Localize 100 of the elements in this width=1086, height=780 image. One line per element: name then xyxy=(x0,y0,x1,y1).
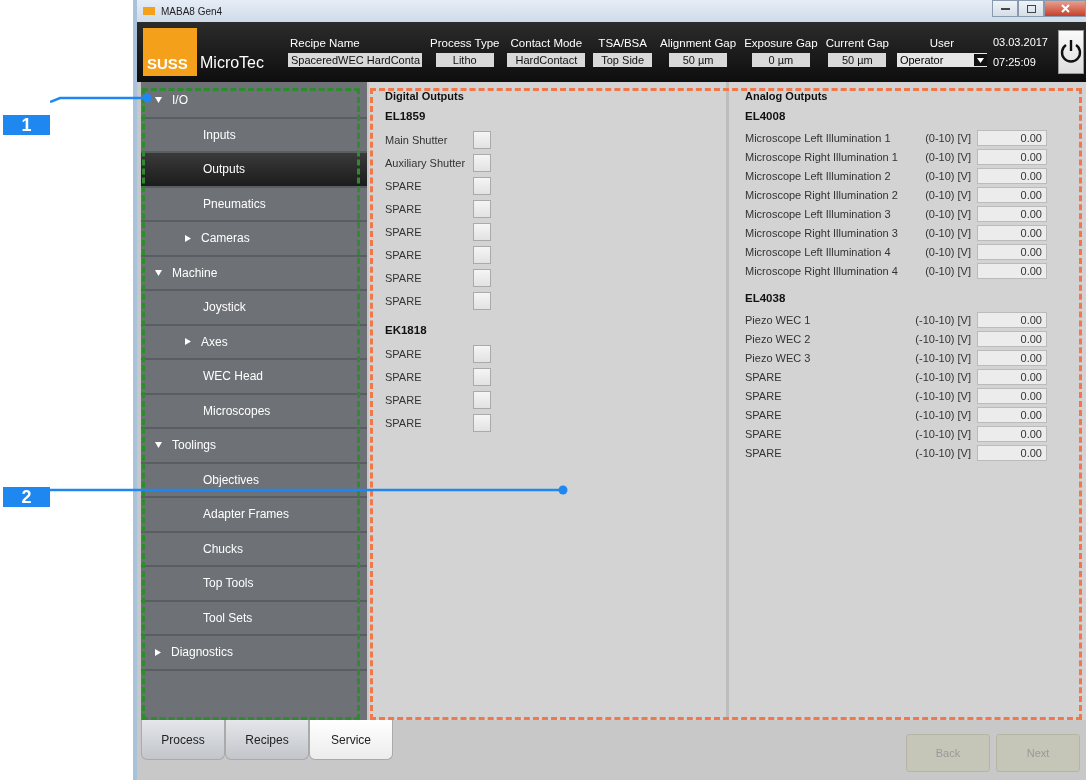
time-text: 07:25:09 xyxy=(992,56,1037,68)
output-label: SPARE xyxy=(385,370,423,383)
value-field[interactable]: 0.00 xyxy=(977,387,1047,404)
field-label: Process Type xyxy=(430,37,500,49)
value-field[interactable]: 0.00 xyxy=(977,444,1047,461)
output-label: SPARE xyxy=(385,393,423,406)
output-label: SPARE xyxy=(385,179,423,192)
field-value: 50 µm xyxy=(669,53,728,67)
field-value: Top Side xyxy=(593,53,653,67)
output-label: Auxiliary Shutter xyxy=(385,156,467,169)
sidebar-item[interactable]: Chucks xyxy=(141,532,367,567)
output-label: SPARE xyxy=(385,347,423,360)
output-label: SPARE xyxy=(385,416,423,429)
value-field[interactable]: 0.00 xyxy=(977,243,1047,260)
value-field[interactable]: 0.00 xyxy=(977,349,1047,366)
sidebar-item[interactable]: Machine xyxy=(141,256,367,291)
callout-badge: 2 xyxy=(3,487,50,507)
output-label: Piezo WEC 3 xyxy=(745,351,812,364)
field-label: User xyxy=(929,37,955,49)
field-value: 50 µm xyxy=(828,53,887,67)
range-text: (0-10) [V] xyxy=(924,188,972,201)
sidebar-item[interactable]: Toolings xyxy=(141,429,367,464)
sidebar-item[interactable]: Tool Sets xyxy=(141,601,367,636)
sidebar-item[interactable]: Microscopes xyxy=(141,394,367,429)
value-field[interactable]: 0.00 xyxy=(977,368,1047,385)
module-title: EK1818 xyxy=(385,324,428,336)
output-label: SPARE xyxy=(385,271,423,284)
output-label: Main Shutter xyxy=(385,133,449,146)
recipe-name-field: SpaceredWEC HardConta xyxy=(288,53,422,67)
field-label: Current Gap xyxy=(825,37,889,49)
value-field[interactable]: 0.00 xyxy=(977,425,1047,442)
user-dropdown[interactable]: Operator xyxy=(896,53,987,67)
nav-tab[interactable]: Service xyxy=(309,720,393,760)
output-label: SPARE xyxy=(745,427,783,440)
range-text: (0-10) [V] xyxy=(924,264,972,277)
output-label: Microscope Left Illumination 1 xyxy=(745,131,892,144)
field-value: Litho xyxy=(435,53,494,67)
field-label: Exposure Gap xyxy=(744,37,818,49)
field-label: TSA/BSA xyxy=(598,37,647,49)
field-value: 0 µm xyxy=(751,53,810,67)
field-value: HardContact xyxy=(507,53,586,67)
value-field[interactable]: 0.00 xyxy=(977,205,1047,222)
value-field[interactable]: 0.00 xyxy=(977,167,1047,184)
output-label: Piezo WEC 2 xyxy=(745,332,812,345)
output-label: SPARE xyxy=(385,225,423,238)
value-field[interactable]: 0.00 xyxy=(977,186,1047,203)
value-field[interactable]: 0.00 xyxy=(977,311,1047,328)
range-text: (0-10) [V] xyxy=(924,207,972,220)
nav-tab[interactable]: Recipes xyxy=(225,720,309,760)
module-title: EL1859 xyxy=(385,110,427,122)
value-field[interactable]: 0.00 xyxy=(977,262,1047,279)
nav-tab[interactable]: Process xyxy=(141,720,225,760)
output-label: Microscope Right Illumination 3 xyxy=(745,226,899,239)
range-text: (0-10) [V] xyxy=(924,150,972,163)
output-label: SPARE xyxy=(745,370,783,383)
sidebar-item[interactable]: Pneumatics xyxy=(141,187,367,222)
callout-badge: 1 xyxy=(3,115,50,135)
date-text: 03.03.2017 xyxy=(992,36,1048,48)
range-text: (0-10) [V] xyxy=(924,131,972,144)
range-text: (-10-10) [V] xyxy=(914,313,972,326)
output-label: Piezo WEC 1 xyxy=(745,313,812,326)
value-field[interactable]: 0.00 xyxy=(977,224,1047,241)
output-label: SPARE xyxy=(385,248,423,261)
sidebar-item[interactable]: Joystick xyxy=(141,291,367,326)
output-label: SPARE xyxy=(745,408,783,421)
output-label: SPARE xyxy=(745,446,783,459)
company-logo: SUSS MicroTec xyxy=(143,28,264,76)
range-text: (-10-10) [V] xyxy=(914,370,972,383)
output-label: Microscope Left Illumination 3 xyxy=(745,207,892,220)
sidebar-item[interactable]: Axes xyxy=(141,325,367,360)
window-title: MABA8 Gen4 xyxy=(161,5,223,17)
field-label: Recipe Name xyxy=(289,37,360,49)
range-text: (0-10) [V] xyxy=(924,226,972,239)
sidebar-item[interactable]: Diagnostics xyxy=(141,636,367,671)
sidebar-item[interactable]: Objectives xyxy=(141,463,367,498)
output-label: Microscope Left Illumination 4 xyxy=(745,245,892,258)
range-text: (-10-10) [V] xyxy=(914,389,972,402)
section-title: Analog Outputs xyxy=(745,90,829,102)
field-label: Alignment Gap xyxy=(660,37,737,49)
range-text: (-10-10) [V] xyxy=(914,332,972,345)
sidebar-item[interactable]: Adapter Frames xyxy=(141,498,367,533)
module-title: EL4008 xyxy=(745,110,787,122)
sidebar-item[interactable]: WEC Head xyxy=(141,360,367,395)
output-label: SPARE xyxy=(745,389,783,402)
range-text: (-10-10) [V] xyxy=(914,446,972,459)
field-label: Contact Mode xyxy=(510,37,583,49)
section-title: Digital Outputs xyxy=(385,90,465,102)
sidebar-item[interactable]: Top Tools xyxy=(141,567,367,602)
output-label: SPARE xyxy=(385,202,423,215)
sidebar-item[interactable]: Cameras xyxy=(141,222,367,257)
range-text: (0-10) [V] xyxy=(924,245,972,258)
value-field[interactable]: 0.00 xyxy=(977,129,1047,146)
range-text: (0-10) [V] xyxy=(924,169,972,182)
value-field[interactable]: 0.00 xyxy=(977,148,1047,165)
module-title: EL4038 xyxy=(745,292,787,304)
sidebar-item[interactable]: Outputs xyxy=(141,153,367,188)
output-label: Microscope Left Illumination 2 xyxy=(745,169,892,182)
value-field[interactable]: 0.00 xyxy=(977,330,1047,347)
output-label: Microscope Right Illumination 2 xyxy=(745,188,899,201)
value-field[interactable]: 0.00 xyxy=(977,406,1047,423)
